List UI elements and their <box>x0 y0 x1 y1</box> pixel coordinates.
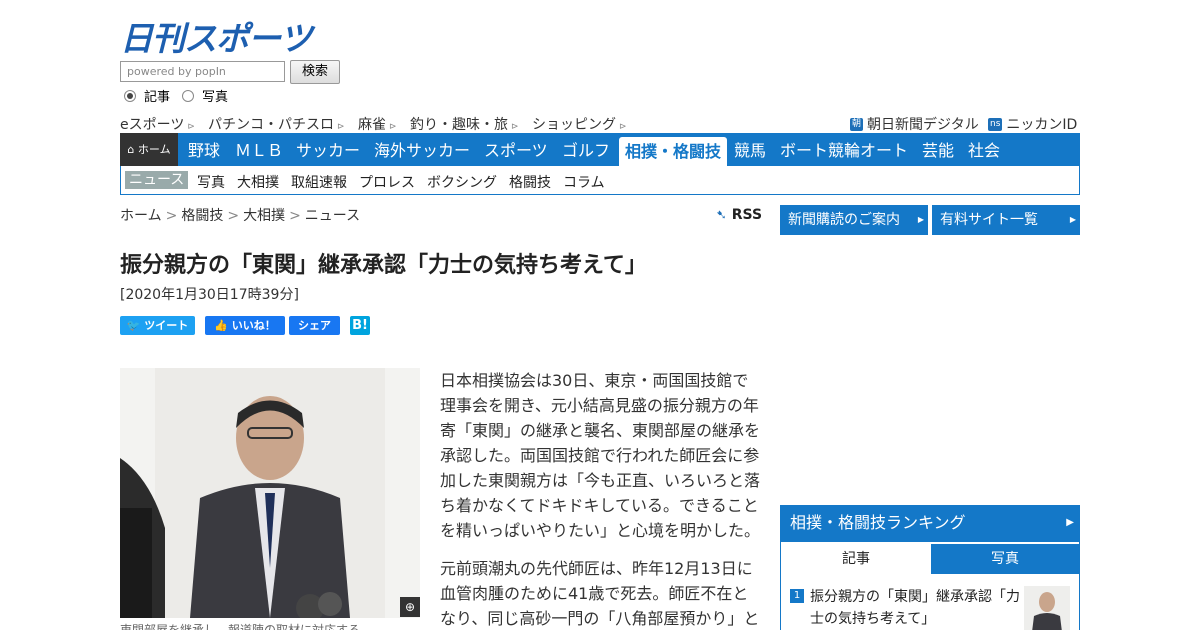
toplink-esports[interactable]: eスポーツ <box>120 114 195 134</box>
asahi-digital-link[interactable]: 朝 朝日新聞デジタル <box>850 114 979 134</box>
search-type-radios: 記事 写真 <box>124 86 240 105</box>
nav-baseball[interactable]: 野球 <box>188 133 220 166</box>
breadcrumb: ホーム > 格闘技 > 大相撲 > ニュース <box>120 208 361 224</box>
article-photo[interactable] <box>120 368 420 618</box>
nav-horse-racing[interactable]: 競馬 <box>734 133 766 166</box>
radio-article[interactable] <box>124 89 136 102</box>
tab-ranking-photo[interactable]: 写真 <box>931 544 1079 574</box>
radio-article-label: 記事 <box>144 90 171 105</box>
twitter-icon: 🐦 <box>126 319 141 332</box>
home-icon: ⌂ <box>127 143 135 156</box>
photo-caption: 東関部屋を継承し、報道陣の取材に対応する <box>120 623 361 630</box>
subnav-photo[interactable]: 写真 <box>197 172 225 192</box>
ranking-item-link[interactable]: 振分親方の「東関」継承承認「力士の気持ち考えて」 <box>810 586 1022 630</box>
sub-nav: ニュース 写真 大相撲 取組速報 プロレス ボクシング 格闘技 コラム <box>120 166 1080 195</box>
radio-photo[interactable] <box>182 89 195 102</box>
facebook-share-button[interactable]: シェア <box>289 316 340 335</box>
search-input[interactable]: powered by popIn <box>120 61 285 82</box>
toplink-mahjong[interactable]: 麻雀 <box>358 114 397 134</box>
nav-society[interactable]: 社会 <box>968 133 1000 166</box>
nav-golf[interactable]: ゴルフ <box>562 133 610 166</box>
nikkan-id-icon: ns <box>988 117 1003 131</box>
breadcrumb-sumo[interactable]: 大相撲 <box>243 208 285 224</box>
nav-home[interactable]: ⌂ ホーム <box>120 133 178 166</box>
ranking-box: 記事 写真 1 振分親方の「東関」継承承認「力士の気持ち考えて」 <box>780 541 1080 630</box>
radio-photo-label: 写真 <box>202 90 229 105</box>
article-body: 日本相撲協会は30日、東京・両国国技館で理事会を開き、元小結高見盛の振分親方の年… <box>440 368 762 630</box>
breadcrumb-news[interactable]: ニュース <box>305 208 360 224</box>
site-logo[interactable]: 日刊スポーツ <box>120 12 312 58</box>
paid-sites-button[interactable]: 有料サイト一覧 <box>932 205 1080 235</box>
nav-sports[interactable]: スポーツ <box>484 133 548 166</box>
ranking-header[interactable]: 相撲・格闘技ランキング <box>780 505 1080 541</box>
facebook-like-button[interactable]: 👍 いいね！ <box>205 316 285 335</box>
ranking-thumbnail[interactable] <box>1024 586 1070 630</box>
nav-boat-keirin[interactable]: ボート競輪オート <box>780 133 908 166</box>
article-paragraph: 元前頭潮丸の先代師匠は、昨年12月13日に血管肉腫のために41歳で死去。師匠不在… <box>440 559 760 628</box>
subnav-sumo[interactable]: 大相撲 <box>237 172 279 192</box>
rank-number: 1 <box>790 589 804 603</box>
article-paragraph: 日本相撲協会は30日、東京・両国国技館で理事会を開き、元小結高見盛の振分親方の年… <box>440 371 761 540</box>
breadcrumb-fighting[interactable]: 格闘技 <box>181 208 223 224</box>
search-button[interactable]: 検索 <box>290 60 340 84</box>
nav-entertainment[interactable]: 芸能 <box>922 133 954 166</box>
subnav-news[interactable]: ニュース <box>125 171 189 189</box>
toplink-pachinko[interactable]: パチンコ・パチスロ <box>208 114 345 134</box>
tweet-button[interactable]: 🐦 ツイート <box>120 316 195 335</box>
nav-sumo-fighting[interactable]: 相撲・格闘技 <box>619 137 728 166</box>
toplink-shopping[interactable]: ショッピング <box>532 114 627 134</box>
photo-image <box>120 368 420 618</box>
subscribe-button[interactable]: 新聞購読のご案内 <box>780 205 928 235</box>
thumbs-up-icon: 👍 <box>214 319 228 332</box>
subnav-column[interactable]: コラム <box>563 172 605 192</box>
nikkan-id-link[interactable]: ns ニッカンID <box>988 114 1077 134</box>
nav-mlb[interactable]: ＭＬＢ <box>235 133 283 166</box>
article-date: [2020年1月30日17時39分] <box>120 287 299 303</box>
subnav-prowrestling[interactable]: プロレス <box>359 172 415 192</box>
nav-world-soccer[interactable]: 海外サッカー <box>374 133 470 166</box>
main-nav: ⌂ ホーム 野球 ＭＬＢ サッカー 海外サッカー スポーツ ゴルフ 相撲・格闘技… <box>120 133 1080 166</box>
zoom-icon[interactable]: ⊕ <box>400 597 420 617</box>
toplink-fishing[interactable]: 釣り・趣味・旅 <box>410 114 519 134</box>
asahi-icon: 朝 <box>850 117 864 131</box>
nav-soccer[interactable]: サッカー <box>296 133 360 166</box>
rss-link[interactable]: ➷ RSS <box>716 207 762 223</box>
top-links: eスポーツ パチンコ・パチスロ 麻雀 釣り・趣味・旅 ショッピング 朝 朝日新聞… <box>120 114 1080 134</box>
subnav-fighting[interactable]: 格闘技 <box>509 172 551 192</box>
breadcrumb-home[interactable]: ホーム <box>120 208 162 224</box>
hatena-bookmark-button[interactable]: B! <box>350 316 370 335</box>
tab-ranking-article[interactable]: 記事 <box>781 544 931 574</box>
article-title: 振分親方の「東関」継承承認「力士の気持ち考えて」 <box>120 253 647 278</box>
subnav-results[interactable]: 取組速報 <box>291 172 347 192</box>
subnav-boxing[interactable]: ボクシング <box>427 172 497 192</box>
rss-icon: ➷ <box>716 208 727 223</box>
